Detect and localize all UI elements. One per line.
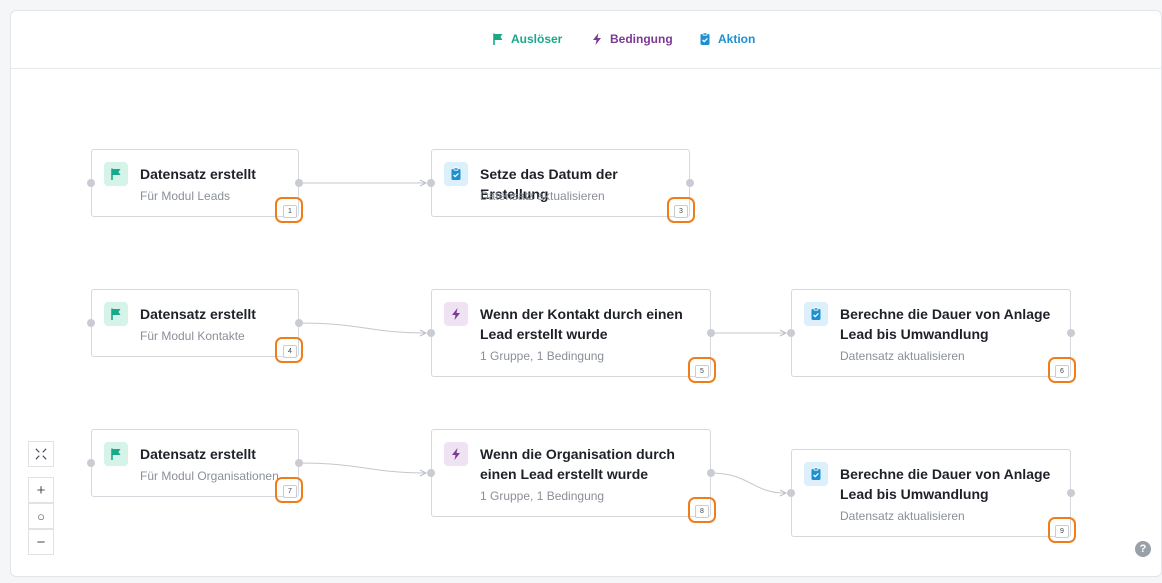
input-handle[interactable] [427, 179, 435, 187]
input-handle[interactable] [787, 489, 795, 497]
flag-icon [111, 448, 121, 460]
zoom-in-button[interactable]: + [28, 477, 54, 503]
input-handle[interactable] [427, 329, 435, 337]
flag-icon [111, 308, 121, 320]
node-subtitle: Für Modul Organisationen [140, 469, 279, 483]
node-subtitle: Für Modul Leads [140, 189, 231, 203]
node-subtitle: Für Modul Kontakte [140, 329, 245, 343]
node-title: Datensatz erstellt [140, 446, 256, 462]
trigger-type-icon [104, 162, 128, 186]
lightning-icon [452, 308, 460, 320]
node-number-badge: 3 [674, 205, 688, 218]
node-subtitle: 1 Gruppe, 1 Bedingung [480, 489, 605, 503]
node-subtitle: 1 Gruppe, 1 Bedingung [480, 349, 605, 363]
input-handle[interactable] [427, 469, 435, 477]
node-title: Berechne die Dauer von Anlage Lead bis U… [840, 306, 1051, 342]
lightning-icon [452, 448, 460, 460]
workflow-node-4[interactable]: Datensatz erstellt Für Modul Kontakte 4 [87, 289, 303, 358]
edge-8-9[interactable] [709, 472, 786, 493]
zoom-out-button[interactable]: − [28, 529, 54, 555]
output-handle[interactable] [707, 469, 715, 477]
output-handle[interactable] [1067, 489, 1075, 497]
flag-icon [111, 168, 121, 180]
output-handle[interactable] [686, 179, 694, 187]
fit-view-button[interactable] [28, 441, 54, 467]
clipboard-check-icon [451, 167, 461, 180]
node-title: Wenn die Organisation durch einen Lead e… [480, 446, 675, 482]
clipboard-check-icon [811, 467, 821, 480]
trigger-type-icon [104, 442, 128, 466]
node-number-badge: 4 [283, 345, 297, 358]
output-handle[interactable] [295, 459, 303, 467]
workflow-node-9[interactable]: Berechne die Dauer von Anlage Lead bis U… [787, 449, 1075, 538]
edge-4-5[interactable] [297, 322, 426, 333]
action-type-icon [444, 162, 468, 186]
node-title: Berechne die Dauer von Anlage Lead bis U… [840, 466, 1051, 502]
workflow-node-3[interactable]: Setze das Datum der Erstellung Datensatz… [427, 149, 694, 218]
action-type-icon [804, 302, 828, 326]
input-handle[interactable] [87, 319, 95, 327]
output-handle[interactable] [707, 329, 715, 337]
node-number-badge: 8 [695, 505, 709, 518]
trigger-type-icon [104, 302, 128, 326]
node-subtitle: Datensatz aktualisieren [840, 349, 965, 363]
node-number-badge: 6 [1055, 365, 1069, 378]
node-title: Wenn der Kontakt durch einen Lead erstel… [480, 306, 683, 342]
input-handle[interactable] [787, 329, 795, 337]
output-handle[interactable] [295, 179, 303, 187]
condition-type-icon [444, 302, 468, 326]
node-number-badge: 1 [283, 205, 297, 218]
workflow-node-7[interactable]: Datensatz erstellt Für Modul Organisatio… [87, 429, 303, 498]
node-subtitle: Datensatz aktualisieren [480, 189, 605, 203]
workflow-node-6[interactable]: Berechne die Dauer von Anlage Lead bis U… [787, 289, 1075, 378]
workflow-node-1[interactable]: Datensatz erstellt Für Modul Leads 1 [87, 149, 303, 218]
clipboard-check-icon [811, 307, 821, 320]
edge-7-8[interactable] [297, 462, 426, 473]
workflow-canvas[interactable]: Auslöser Bedingung Aktion Datensatz erst… [10, 10, 1162, 577]
node-title: Datensatz erstellt [140, 306, 256, 322]
node-subtitle: Datensatz aktualisieren [840, 509, 965, 523]
help-button[interactable]: ? [1135, 541, 1151, 557]
fit-view-icon [35, 448, 47, 460]
workflow-node-8[interactable]: Wenn die Organisation durch einen Lead e… [427, 429, 715, 518]
node-title: Datensatz erstellt [140, 166, 256, 182]
output-handle[interactable] [295, 319, 303, 327]
condition-type-icon [444, 442, 468, 466]
input-handle[interactable] [87, 459, 95, 467]
node-number-badge: 9 [1055, 525, 1069, 538]
action-type-icon [804, 462, 828, 486]
node-number-badge: 5 [695, 365, 709, 378]
node-number-badge: 7 [283, 485, 297, 498]
reset-zoom-button[interactable]: ○ [28, 503, 54, 529]
output-handle[interactable] [1067, 329, 1075, 337]
workflow-node-5[interactable]: Wenn der Kontakt durch einen Lead erstel… [427, 289, 715, 378]
input-handle[interactable] [87, 179, 95, 187]
